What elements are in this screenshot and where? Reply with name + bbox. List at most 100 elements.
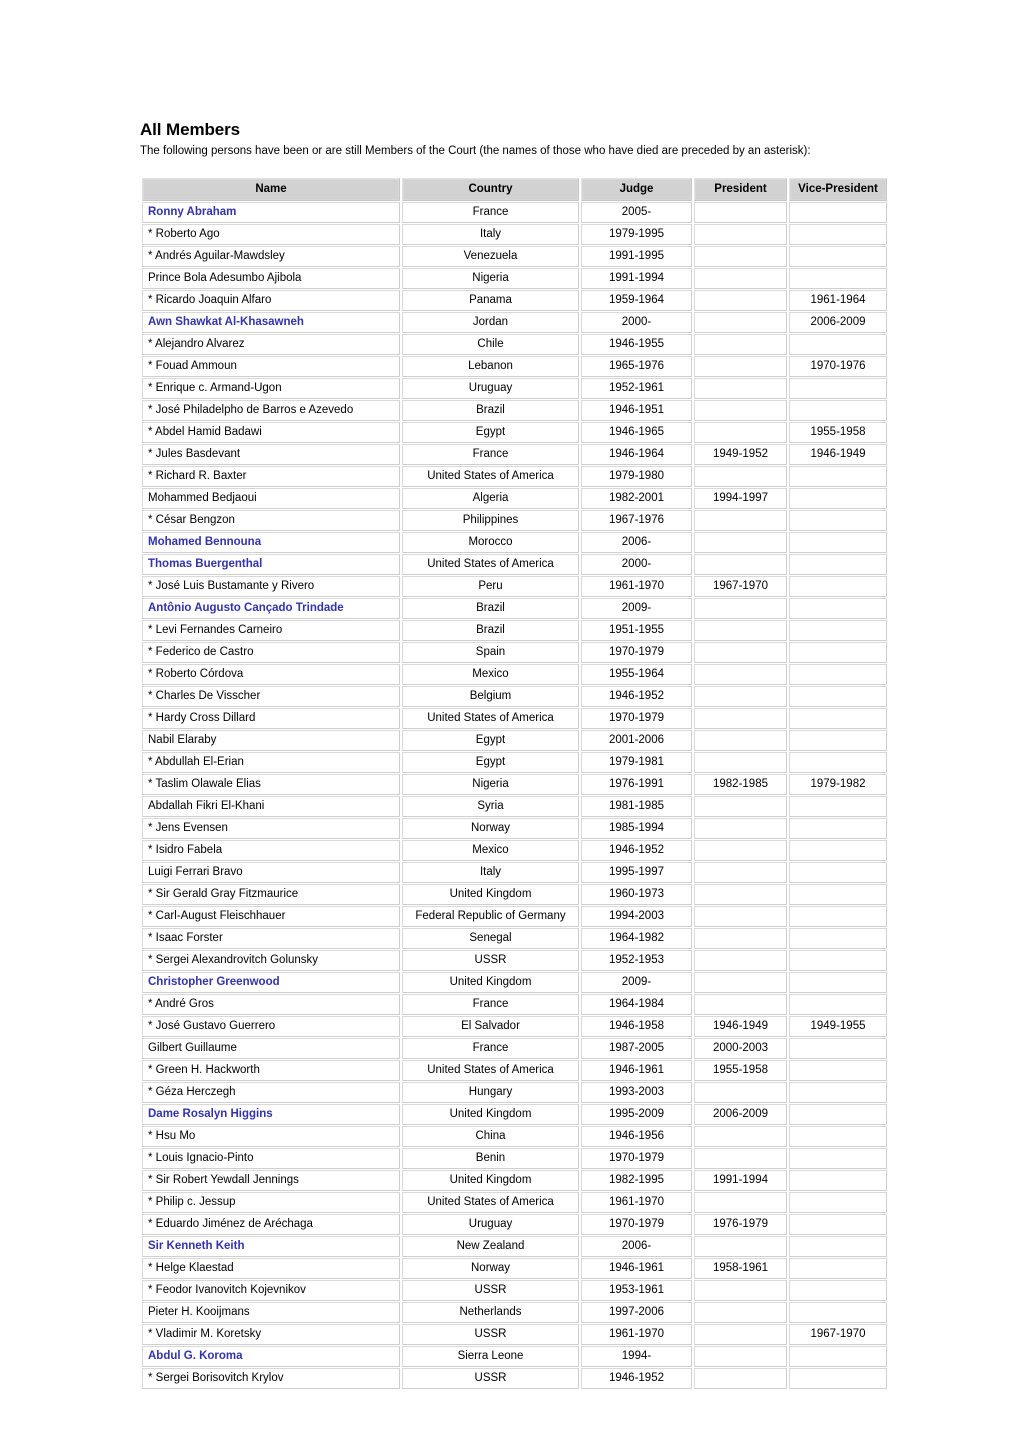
member-name-text: Pieter H. Kooijmans xyxy=(148,1306,250,1318)
cell-judge: 1970-1979 xyxy=(581,642,692,663)
page-title: All Members xyxy=(140,120,240,139)
cell-vice-president xyxy=(789,1038,887,1059)
cell-country: Brazil xyxy=(402,620,579,641)
cell-name: * Jules Basdevant xyxy=(142,444,400,465)
cell-judge: 1946-1961 xyxy=(581,1258,692,1279)
column-header-country[interactable]: Country xyxy=(402,178,579,201)
table-row: * Charles De Visscher Belgium 1946-1952 xyxy=(142,686,887,707)
column-header-vice-president[interactable]: Vice-President xyxy=(789,178,887,201)
cell-vice-president xyxy=(789,268,887,289)
cell-president: 1955-1958 xyxy=(694,1060,787,1081)
member-name-link[interactable]: Awn Shawkat Al-Khasawneh xyxy=(148,316,304,328)
cell-judge: 1965-1976 xyxy=(581,356,692,377)
cell-name: * César Bengzon xyxy=(142,510,400,531)
cell-name: * Isaac Forster xyxy=(142,928,400,949)
cell-president xyxy=(694,1346,787,1367)
table-row: * José Luis Bustamante y Rivero Peru 1961-… xyxy=(142,576,887,597)
cell-vice-president xyxy=(789,1236,887,1257)
cell-vice-president xyxy=(789,1346,887,1367)
cell-country: Belgium xyxy=(402,686,579,707)
cell-vice-president xyxy=(789,752,887,773)
cell-name: Gilbert Guillaume xyxy=(142,1038,400,1059)
cell-president xyxy=(694,906,787,927)
cell-vice-president xyxy=(789,664,887,685)
member-name-link[interactable]: Antônio Augusto Cançado Trindade xyxy=(148,602,344,614)
cell-vice-president: 1967-1970 xyxy=(789,1324,887,1345)
member-name-link[interactable]: Mohamed Bennouna xyxy=(148,536,261,548)
cell-president xyxy=(694,466,787,487)
cell-name: * Jens Evensen xyxy=(142,818,400,839)
column-header-name[interactable]: Name xyxy=(142,178,400,201)
table-row: * Fouad Ammoun Lebanon 1965-1976 1970-1976 xyxy=(142,356,887,377)
cell-country: Norway xyxy=(402,1258,579,1279)
cell-president: 2006-2009 xyxy=(694,1104,787,1125)
cell-president xyxy=(694,510,787,531)
cell-judge: 1961-1970 xyxy=(581,1324,692,1345)
member-name-link[interactable]: Christopher Greenwood xyxy=(148,976,280,988)
member-name-link[interactable]: Abdul G. Koroma xyxy=(148,1350,243,1362)
cell-name: * Sir Robert Yewdall Jennings xyxy=(142,1170,400,1191)
cell-president xyxy=(694,598,787,619)
cell-judge: 2000- xyxy=(581,312,692,333)
member-name-link[interactable]: Sir Kenneth Keith xyxy=(148,1240,244,1252)
cell-judge: 1995-2009 xyxy=(581,1104,692,1125)
cell-vice-president xyxy=(789,1258,887,1279)
cell-president xyxy=(694,1148,787,1169)
column-header-judge[interactable]: Judge xyxy=(581,178,692,201)
cell-judge: 1946-1956 xyxy=(581,1126,692,1147)
cell-name: * Roberto Ago xyxy=(142,224,400,245)
member-name-link[interactable]: Thomas Buergenthal xyxy=(148,558,262,570)
cell-name: Mohammed Bedjaoui xyxy=(142,488,400,509)
member-name-link[interactable]: Dame Rosalyn Higgins xyxy=(148,1108,273,1120)
member-name-text: Luigi Ferrari Bravo xyxy=(148,866,243,878)
member-name-text: Gilbert Guillaume xyxy=(148,1042,237,1054)
cell-country: France xyxy=(402,202,579,223)
cell-vice-president xyxy=(789,1214,887,1235)
cell-name: Thomas Buergenthal xyxy=(142,554,400,575)
cell-vice-president xyxy=(789,862,887,883)
cell-name: * Enrique c. Armand-Ugon xyxy=(142,378,400,399)
cell-president xyxy=(694,884,787,905)
table-body: Ronny Abraham France 2005- * Roberto Ago Ita… xyxy=(142,202,887,1389)
cell-judge: 1991-1995 xyxy=(581,246,692,267)
cell-name: * André Gros xyxy=(142,994,400,1015)
cell-vice-president xyxy=(789,246,887,267)
cell-judge: 1961-1970 xyxy=(581,576,692,597)
cell-judge: 1955-1964 xyxy=(581,664,692,685)
cell-president xyxy=(694,334,787,355)
table-row: * Alejandro Alvarez Chile 1946-1955 xyxy=(142,334,887,355)
column-header-president[interactable]: President xyxy=(694,178,787,201)
cell-vice-president xyxy=(789,598,887,619)
cell-vice-president xyxy=(789,620,887,641)
table-row: * Richard R. Baxter United States of Amer… xyxy=(142,466,887,487)
cell-judge: 1946-1952 xyxy=(581,686,692,707)
member-name-text: * César Bengzon xyxy=(148,514,235,526)
member-name-text: Nabil Elaraby xyxy=(148,734,217,746)
table-row: * Sir Gerald Gray Fitzmaurice United King… xyxy=(142,884,887,905)
cell-vice-president: 2006-2009 xyxy=(789,312,887,333)
table-row: Ronny Abraham France 2005- xyxy=(142,202,887,223)
cell-name: Christopher Greenwood xyxy=(142,972,400,993)
member-name-link[interactable]: Ronny Abraham xyxy=(148,206,236,218)
table-row: Antônio Augusto Cançado Trindade Brazil 20… xyxy=(142,598,887,619)
table-row: * Jens Evensen Norway 1985-1994 xyxy=(142,818,887,839)
cell-president xyxy=(694,1302,787,1323)
page-intro-text: The following persons have been or are s… xyxy=(140,145,811,157)
cell-judge: 1976-1991 xyxy=(581,774,692,795)
cell-judge: 1981-1985 xyxy=(581,796,692,817)
cell-country: United Kingdom xyxy=(402,1170,579,1191)
cell-judge: 2009- xyxy=(581,598,692,619)
cell-name: * Géza Herczegh xyxy=(142,1082,400,1103)
table-row: * Isaac Forster Senegal 1964-1982 xyxy=(142,928,887,949)
cell-name: Abdallah Fikri El-Khani xyxy=(142,796,400,817)
cell-judge: 1946-1952 xyxy=(581,840,692,861)
table-row: * Louis Ignacio-Pinto Benin 1970-1979 xyxy=(142,1148,887,1169)
member-name-text: * Louis Ignacio-Pinto xyxy=(148,1152,254,1164)
member-name-text: * José Gustavo Guerrero xyxy=(148,1020,276,1032)
table-row: Abdallah Fikri El-Khani Syria 1981-1985 xyxy=(142,796,887,817)
table-row: * Géza Herczegh Hungary 1993-2003 xyxy=(142,1082,887,1103)
cell-vice-president xyxy=(789,576,887,597)
cell-president xyxy=(694,620,787,641)
cell-name: * Charles De Visscher xyxy=(142,686,400,707)
member-name-text: * Feodor Ivanovitch Kojevnikov xyxy=(148,1284,306,1296)
